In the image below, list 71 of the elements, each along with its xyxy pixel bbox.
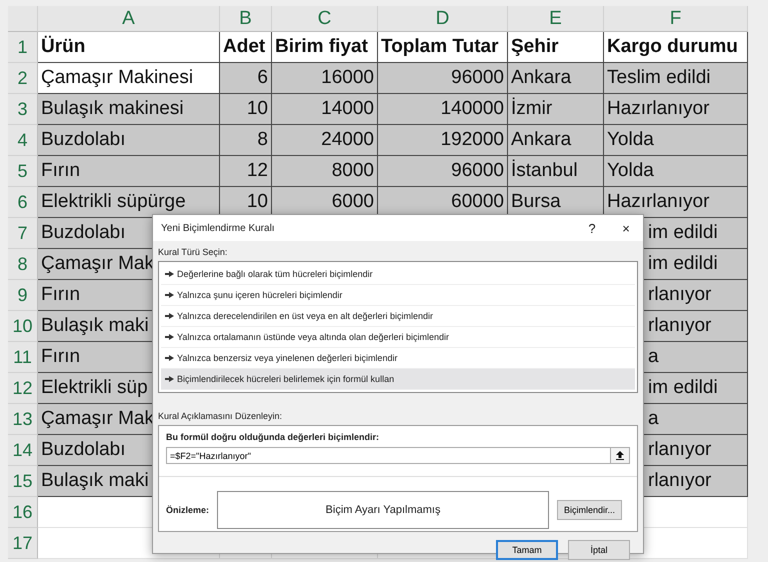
table-cell: 96000 xyxy=(378,156,508,187)
column-header[interactable]: D xyxy=(378,6,508,32)
table-cell: Şehir xyxy=(508,32,604,63)
formula-field[interactable]: =$F2="Hazırlanıyor" xyxy=(166,447,610,464)
pointer-icon xyxy=(165,271,174,277)
pointer-icon xyxy=(165,355,174,361)
table-cell: Toplam Tutar xyxy=(378,32,508,63)
preview-label: Önizleme: xyxy=(166,505,210,515)
table-cell: Elektrikli süpürge xyxy=(38,187,220,218)
row-header[interactable]: 3 xyxy=(8,94,38,125)
collapse-button[interactable] xyxy=(610,447,630,464)
pointer-icon xyxy=(165,292,174,298)
table-cell: 24000 xyxy=(272,125,378,156)
column-header[interactable]: C xyxy=(272,6,378,32)
row-header[interactable]: 15 xyxy=(8,466,38,497)
table-cell: İzmir xyxy=(508,94,604,125)
table-cell: Ankara xyxy=(508,63,604,94)
upload-icon xyxy=(616,451,624,460)
table-cell: İstanbul xyxy=(508,156,604,187)
table-cell: Kargo durumu xyxy=(604,32,748,63)
table-cell: Adet xyxy=(220,32,272,63)
cancel-button[interactable]: İptal xyxy=(568,540,630,560)
row-header[interactable]: 7 xyxy=(8,218,38,249)
table-cell: 14000 xyxy=(272,94,378,125)
ok-button[interactable]: Tamam xyxy=(496,540,558,560)
table-cell: 10 xyxy=(220,94,272,125)
pointer-icon xyxy=(165,376,174,382)
row-header[interactable]: 14 xyxy=(8,435,38,466)
format-button[interactable]: Biçimlendir... xyxy=(557,500,622,520)
row-header[interactable]: 8 xyxy=(8,249,38,280)
table-cell: 140000 xyxy=(378,94,508,125)
table-cell: 12 xyxy=(220,156,272,187)
preview-box: Biçim Ayarı Yapılmamış xyxy=(217,491,550,529)
row-header[interactable]: 5 xyxy=(8,156,38,187)
column-header[interactable]: A xyxy=(38,6,220,32)
column-header[interactable]: B xyxy=(220,6,272,32)
rule-type-item[interactable]: Biçimlendirilecek hücreleri belirlemek için formül kullan xyxy=(161,369,635,390)
row-header[interactable]: 13 xyxy=(8,404,38,435)
table-cell: 16000 xyxy=(272,63,378,94)
row-header[interactable]: 1 xyxy=(8,32,38,63)
table-cell: Hazırlanıyor xyxy=(604,94,748,125)
table-cell: Teslim edildi xyxy=(604,63,748,94)
table-cell: Ankara xyxy=(508,125,604,156)
table-cell: Yolda xyxy=(604,125,748,156)
table-cell: 6 xyxy=(220,63,272,94)
row-header[interactable]: 6 xyxy=(8,187,38,218)
table-cell: Yolda xyxy=(604,156,748,187)
table-cell: 192000 xyxy=(378,125,508,156)
table-cell: Hazırlanıyor xyxy=(604,187,748,218)
row-header[interactable]: 16 xyxy=(8,497,38,528)
table-cell: Buzdolabı xyxy=(38,125,220,156)
close-button[interactable]: × xyxy=(609,215,643,241)
row-header[interactable]: 17 xyxy=(8,528,38,559)
pointer-icon xyxy=(165,334,174,340)
table-cell: 96000 xyxy=(378,63,508,94)
table-cell: Çamaşır Makinesi xyxy=(38,63,220,94)
table-cell: Bulaşık makinesi xyxy=(38,94,220,125)
table-cell: 8 xyxy=(220,125,272,156)
row-header[interactable]: 4 xyxy=(8,125,38,156)
table-cell: Birim fiyat xyxy=(272,32,378,63)
row-header[interactable]: 12 xyxy=(8,373,38,404)
table-cell: Ürün xyxy=(38,32,220,63)
table-cell: Fırın xyxy=(38,156,220,187)
pointer-icon xyxy=(165,313,174,319)
column-header[interactable]: F xyxy=(604,6,748,32)
row-header[interactable]: 10 xyxy=(8,311,38,342)
row-header[interactable]: 9 xyxy=(8,280,38,311)
table-cell: 8000 xyxy=(272,156,378,187)
row-header[interactable]: 11 xyxy=(8,342,38,373)
row-header[interactable]: 2 xyxy=(8,63,38,94)
column-header[interactable]: E xyxy=(508,6,604,32)
